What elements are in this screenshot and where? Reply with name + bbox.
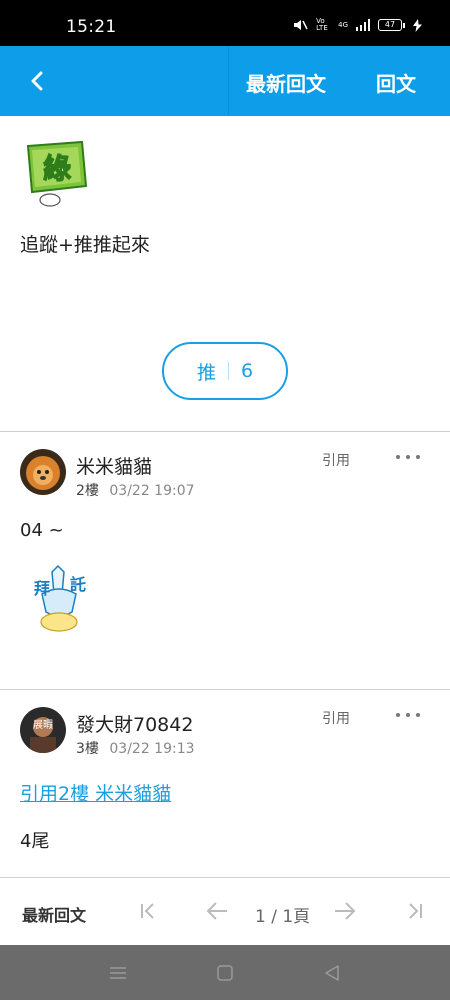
charging-icon: [413, 18, 422, 32]
app-bar: 最新回文 回文: [0, 46, 450, 116]
volte-icon: Vo LTE: [316, 17, 328, 32]
original-post: 綠 追蹤+推推起來 推 6: [0, 116, 450, 432]
push-button[interactable]: 推 6: [162, 342, 288, 400]
reply-author[interactable]: 米米貓貓: [76, 452, 152, 479]
bottom-bar: 最新回文 1 / 1頁: [0, 877, 450, 945]
battery-level: 47: [378, 19, 402, 31]
avatar[interactable]: 展暇: [20, 707, 66, 753]
battery-icon: 47: [378, 19, 405, 31]
back-arrow-icon: [31, 71, 43, 91]
reply-content: 4尾: [20, 831, 50, 852]
back-button[interactable]: [22, 66, 52, 96]
quote-button[interactable]: 引用: [322, 708, 350, 728]
person-avatar-icon: 展暇: [20, 707, 66, 753]
reply-content: 04 ~: [20, 520, 64, 541]
sticker-text: 託: [70, 575, 86, 594]
system-back-icon[interactable]: [320, 961, 344, 985]
push-separator: [227, 362, 229, 380]
network-type: 4G: [338, 21, 348, 29]
latest-replies-button[interactable]: 最新回文: [246, 68, 326, 97]
quote-button[interactable]: 引用: [322, 450, 350, 470]
menu-icon[interactable]: [106, 961, 130, 985]
reply-time: 03/22 19:13: [109, 741, 195, 757]
reply-floor: 3樓: [76, 741, 99, 757]
signal-icon: [356, 19, 370, 31]
home-icon[interactable]: [213, 961, 237, 985]
more-options-icon[interactable]: [396, 452, 420, 462]
page-indicator[interactable]: 1 / 1頁: [255, 902, 310, 927]
reply-author[interactable]: 發大財70842: [76, 710, 193, 737]
post-content: 追蹤+推推起來: [20, 234, 150, 256]
last-page-icon[interactable]: [402, 898, 428, 924]
reply-item: 米米貓貓 2樓 03/22 19:07 引用 04 ~ 拜 託: [0, 432, 450, 689]
cat-avatar-icon: [20, 449, 66, 495]
push-count: 6: [240, 360, 254, 382]
reply-meta: 2樓 03/22 19:07: [76, 480, 195, 500]
quote-link[interactable]: 引用2樓 米米貓貓: [20, 779, 171, 806]
bottom-latest-button[interactable]: 最新回文: [22, 902, 86, 926]
first-page-icon[interactable]: [135, 898, 161, 924]
avatar-text: 展暇: [33, 719, 53, 731]
please-sticker-icon: 拜 託: [34, 564, 86, 632]
mute-icon: [294, 20, 308, 30]
reply-meta: 3樓 03/22 19:13: [76, 738, 195, 758]
system-nav-bar: [0, 945, 450, 1000]
reply-button[interactable]: 回文: [376, 68, 416, 97]
sticker-text: 拜: [34, 579, 50, 598]
green-sticker-icon: 綠: [26, 140, 88, 207]
push-label: 推: [196, 361, 216, 384]
avatar[interactable]: [20, 449, 66, 495]
next-page-icon[interactable]: [332, 898, 358, 924]
reply-floor: 2樓: [76, 483, 99, 499]
app-bar-divider: [228, 46, 229, 116]
prev-page-icon[interactable]: [204, 898, 230, 924]
more-options-icon[interactable]: [396, 710, 420, 720]
reply-item: 展暇 發大財70842 3樓 03/22 19:13 引用 引用2樓 米米貓貓 …: [0, 690, 450, 877]
status-bar: 15:21 Vo LTE 4G 47: [0, 0, 450, 46]
status-icons: Vo LTE 4G 47: [292, 18, 422, 32]
status-time: 15:21: [66, 17, 117, 37]
reply-time: 03/22 19:07: [109, 483, 195, 499]
sticker-text: 綠: [43, 152, 71, 185]
